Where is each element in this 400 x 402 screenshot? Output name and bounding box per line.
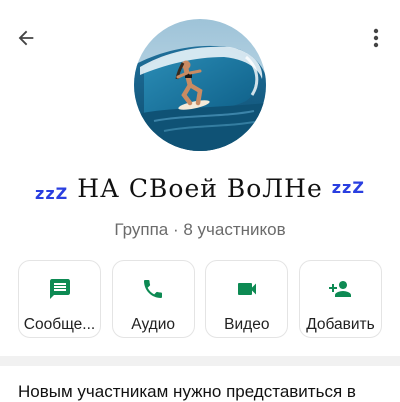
name-decoration-right: zzZ	[331, 178, 365, 197]
add-member-button-label: Добавить	[306, 316, 375, 333]
video-call-button[interactable]: Видео	[205, 260, 289, 338]
video-icon	[234, 276, 260, 302]
more-vertical-icon	[373, 28, 379, 48]
group-name: zzZ НА СВоей ВоЛНе zzZ	[0, 174, 400, 203]
add-person-icon	[327, 276, 353, 302]
group-name-text: НА СВоей ВоЛНе	[77, 174, 323, 203]
action-buttons: Сообще... Аудио Видео Добавить	[18, 260, 382, 340]
back-button[interactable]	[10, 22, 42, 54]
video-call-button-label: Видео	[224, 316, 270, 333]
message-button[interactable]: Сообще...	[18, 260, 101, 338]
group-description[interactable]: Новым участникам нужно представиться в	[18, 382, 400, 402]
group-avatar[interactable]	[134, 19, 266, 151]
more-options-button[interactable]	[362, 22, 390, 54]
surfer-wave-photo	[134, 19, 266, 151]
audio-call-button-label: Аудио	[131, 316, 176, 333]
message-icon	[47, 276, 73, 302]
audio-call-button[interactable]: Аудио	[111, 260, 195, 338]
group-subtitle: Группа · 8 участников	[114, 220, 286, 239]
arrow-left-icon	[18, 30, 34, 46]
section-divider	[0, 356, 400, 366]
name-decoration-left: zzZ	[35, 184, 69, 203]
phone-icon	[140, 276, 166, 302]
message-button-label: Сообще...	[23, 316, 96, 333]
add-member-button[interactable]: Добавить	[298, 260, 382, 338]
